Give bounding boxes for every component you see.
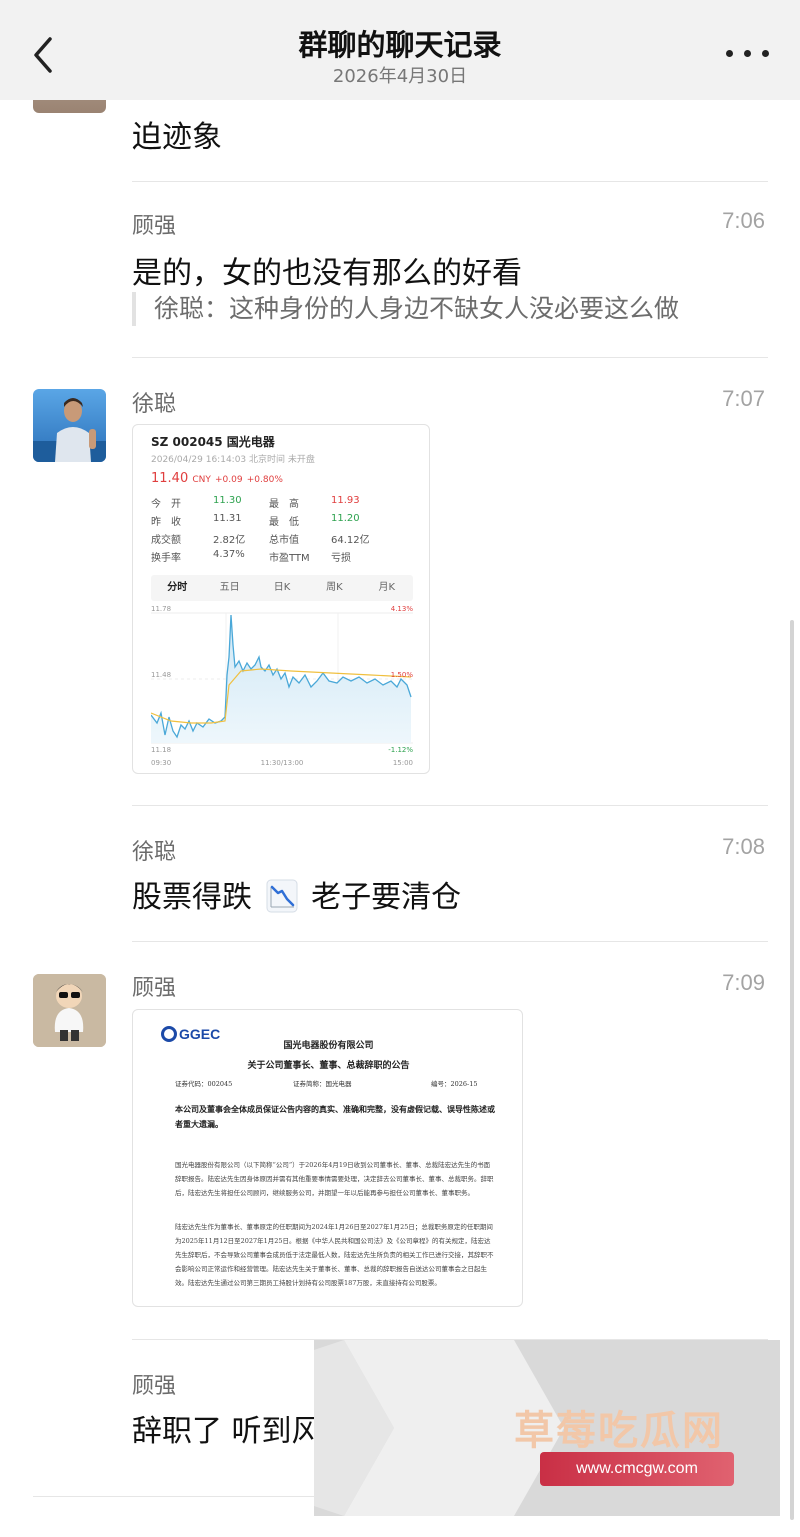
message-time: 7:08 — [722, 834, 765, 859]
tab-five-day[interactable]: 五日 — [203, 575, 255, 601]
divider — [132, 357, 768, 358]
divider — [132, 805, 768, 806]
page-date: 2026年4月30日 — [332, 66, 468, 87]
message-time: 7:07 — [722, 386, 765, 411]
stat-value: 11.31 — [213, 513, 242, 524]
sender-name: 顾强 — [132, 214, 177, 239]
chat-history-page: 群聊的聊天记录 2026年4月30日 迫迹象 顾强 7:06 是的，女的也没有那… — [0, 0, 800, 1537]
y-axis-top: 11.78 — [151, 605, 171, 613]
avatar[interactable] — [33, 974, 106, 1047]
stat-label: 总市值 — [269, 535, 299, 546]
watermark-url: www.cmcgw.com — [540, 1452, 734, 1486]
y-axis-bottom: 11.18 — [151, 746, 171, 754]
sender-name: 徐聪 — [132, 840, 177, 865]
stat-value: 2.82亿 — [213, 535, 246, 546]
doc-company: 国光电器股份有限公司 — [283, 1041, 374, 1051]
stat-value: 64.12亿 — [331, 535, 370, 546]
more-options-button[interactable] — [726, 40, 770, 64]
message-text: 迫迹象 — [132, 120, 222, 155]
message-time: 7:09 — [722, 970, 765, 995]
stat-label: 最 高 — [269, 499, 299, 510]
stat-label: 最 低 — [269, 517, 299, 528]
stock-stat-row: 换手率 4.37% 市盈TTM 亏损 — [151, 549, 411, 567]
stat-label: 成交额 — [151, 535, 181, 546]
pct-axis-bottom: -1.12% — [388, 746, 413, 754]
stat-label: 今 开 — [151, 499, 181, 510]
tab-monthly-k[interactable]: 月K — [361, 575, 413, 601]
doc-stock-code: 证券代码：002045 — [175, 1080, 233, 1088]
stock-price-line: 11.40 CNY +0.09 +0.80% — [151, 471, 283, 486]
stock-stat-row: 今 开 11.30 最 高 11.93 — [151, 495, 411, 513]
doc-number: 编号：2026-15 — [431, 1080, 478, 1088]
message-text: 是的，女的也没有那么的好看 — [132, 256, 522, 291]
stock-timestamp: 2026/04/29 16:14:03 北京时间 未开盘 — [151, 455, 315, 465]
x-axis-mid: 11:30/13:00 — [261, 759, 304, 767]
scrollbar[interactable] — [790, 620, 794, 1520]
chart-decreasing-icon — [266, 879, 298, 913]
stock-change-pct: +0.80% — [246, 475, 283, 485]
doc-heading: 关于公司董事长、董事、总裁辞职的公告 — [247, 1061, 410, 1071]
sender-name: 顾强 — [132, 1374, 177, 1399]
tab-intraday[interactable]: 分时 — [151, 575, 203, 601]
y-axis-mid: 11.48 — [151, 671, 171, 679]
message-text-part: 老子要清仓 — [311, 880, 462, 915]
x-axis-end: 15:00 — [393, 759, 413, 767]
quoted-message[interactable]: 徐聪：这种身份的人身边不缺女人没必要这么做 — [132, 292, 679, 326]
x-axis-start: 09:30 — [151, 759, 171, 767]
stat-value: 11.20 — [331, 513, 360, 524]
avatar-cartoon — [33, 974, 106, 1047]
stat-value: 4.37% — [213, 549, 245, 560]
stat-value: 11.93 — [331, 495, 360, 506]
stock-quote-card[interactable]: SZ 002045 国光电器 2026/04/29 16:14:03 北京时间 … — [132, 424, 430, 774]
intraday-price-chart: 11.78 11.48 11.18 4.13% 1.50% -1.12% 09:… — [151, 605, 413, 767]
stat-value: 亏损 — [331, 553, 351, 564]
stat-value: 11.30 — [213, 495, 242, 506]
tab-daily-k[interactable]: 日K — [256, 575, 308, 601]
stock-stat-row: 昨 收 11.31 最 低 11.20 — [151, 513, 411, 531]
watermark-brand: 草莓吃瓜网 — [514, 1408, 724, 1454]
stock-currency: CNY — [192, 475, 211, 485]
message-text: 辞职了 听到风 — [132, 1414, 322, 1449]
divider — [132, 941, 768, 942]
stat-label: 换手率 — [151, 553, 181, 564]
sender-name: 徐聪 — [132, 392, 177, 417]
stock-title: SZ 002045 国光电器 — [151, 435, 275, 449]
pct-axis-top: 4.13% — [391, 605, 413, 613]
watermark: 草莓吃瓜网 www.cmcgw.com — [314, 1340, 780, 1516]
doc-paragraph: 陆宏达先生作为董事长、董事原定的任职期间为2024年1月26日至2027年1月2… — [175, 1223, 494, 1287]
avatar-photo — [33, 389, 106, 462]
doc-paragraph: 国光电器股份有限公司（以下简称“公司”）于2026年4月19日收到公司董事长、董… — [175, 1161, 494, 1197]
doc-stock-short: 证券简称：国光电器 — [293, 1080, 352, 1088]
message-text: 股票得跌 老子要清仓 — [132, 872, 461, 916]
sender-name: 顾强 — [132, 976, 177, 1001]
stock-change: +0.09 — [215, 475, 243, 485]
chart-period-tabs: 分时 五日 日K 周K 月K — [151, 575, 413, 601]
stock-stats: 今 开 11.30 最 高 11.93 昨 收 11.31 最 低 11.20 … — [151, 495, 411, 567]
doc-statement: 本公司及董事会全体成员保证公告内容的真实、准确和完整，没有虚假记载、误导性陈述或… — [175, 1104, 495, 1129]
message-time: 7:06 — [722, 208, 765, 233]
tab-weekly-k[interactable]: 周K — [308, 575, 360, 601]
announcement-image[interactable]: GGEC 国光电器股份有限公司 关于公司董事长、董事、总裁辞职的公告 证券代码：… — [132, 1009, 523, 1307]
avatar[interactable] — [33, 389, 106, 462]
top-bar: 群聊的聊天记录 2026年4月30日 — [0, 0, 800, 100]
message-text-part: 股票得跌 — [132, 880, 252, 915]
divider — [132, 181, 768, 182]
stat-label: 市盈TTM — [269, 553, 310, 564]
page-title: 群聊的聊天记录 — [298, 28, 502, 62]
stock-stat-row: 成交额 2.82亿 总市值 64.12亿 — [151, 531, 411, 549]
stock-price: 11.40 — [151, 471, 189, 486]
stat-label: 昨 收 — [151, 517, 181, 528]
pct-axis-mid: 1.50% — [391, 671, 413, 679]
